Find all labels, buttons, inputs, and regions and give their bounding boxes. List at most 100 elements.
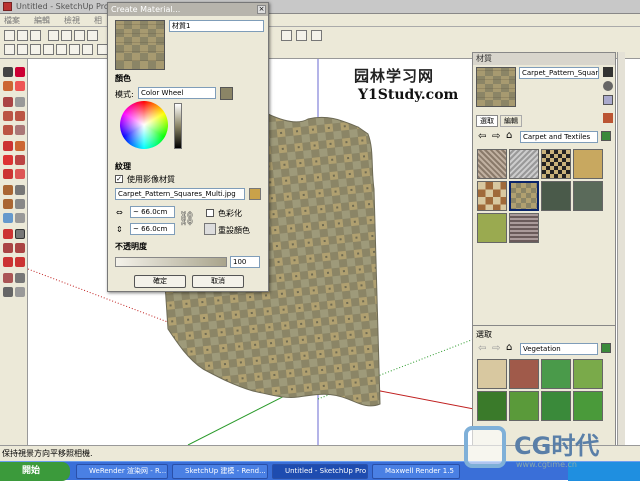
pan-tool-icon[interactable]: [15, 229, 25, 239]
lower-forward-arrow-icon[interactable]: ⇨: [492, 343, 500, 354]
vegetation-thumb[interactable]: [573, 391, 603, 421]
line-icon[interactable]: [15, 97, 25, 107]
push-pull-icon[interactable]: [15, 141, 25, 151]
link-chain-icon[interactable]: ⛓: [178, 211, 196, 227]
vegetation-thumb[interactable]: [541, 391, 571, 421]
open-file-icon[interactable]: [17, 30, 28, 41]
material-name-field[interactable]: 材質1: [169, 20, 264, 32]
polygon-icon[interactable]: [3, 125, 13, 135]
material-thumb[interactable]: [573, 149, 603, 179]
material-thumb-selected[interactable]: [509, 181, 539, 211]
texture-file-field[interactable]: Carpet_Pattern_Squares_Multi.jpg: [115, 188, 245, 200]
rectangle-icon[interactable]: [3, 97, 13, 107]
taskbar-item-active[interactable]: Untitled - SketchUp Pro: [272, 464, 368, 479]
start-button[interactable]: 開始: [0, 462, 70, 481]
lower-back-arrow-icon[interactable]: ⇦: [478, 343, 486, 354]
3d-text-icon[interactable]: [15, 213, 25, 223]
dimension-icon[interactable]: [15, 185, 25, 195]
circle-icon[interactable]: [3, 111, 13, 121]
texture-width-field[interactable]: ~ 66.0cm: [130, 206, 175, 218]
save-icon[interactable]: [30, 30, 41, 41]
pan-icon[interactable]: [296, 30, 307, 41]
taskbar-item[interactable]: SketchUp 建模 - Rend...: [172, 464, 268, 479]
top-view-icon[interactable]: [17, 44, 28, 55]
position-camera-icon[interactable]: [3, 273, 13, 283]
color-wheel[interactable]: [120, 101, 168, 149]
menu-file[interactable]: 檔案: [4, 15, 20, 26]
colorize-checkbox[interactable]: [206, 209, 214, 217]
material-thumb[interactable]: [477, 149, 507, 179]
home-icon[interactable]: ⌂: [506, 130, 512, 141]
vegetation-thumb[interactable]: [509, 359, 539, 389]
details-icon[interactable]: [601, 131, 611, 141]
forward-arrow-icon[interactable]: ⇨: [492, 131, 500, 142]
create-material-icon[interactable]: [603, 81, 613, 91]
iso-view-icon[interactable]: [4, 44, 15, 55]
vegetation-thumb[interactable]: [509, 391, 539, 421]
reset-color-button[interactable]: [204, 223, 216, 235]
texture-height-field[interactable]: ~ 66.0cm: [130, 223, 175, 235]
display-secondary-icon[interactable]: [603, 67, 613, 77]
material-name-display[interactable]: Carpet_Pattern_Squares: [519, 67, 599, 79]
copy-icon[interactable]: [61, 30, 72, 41]
color-mode-select[interactable]: Color Wheel: [138, 87, 216, 99]
opacity-value-field[interactable]: 100: [230, 256, 260, 268]
tape-measure-icon[interactable]: [3, 185, 13, 195]
opacity-slider[interactable]: [115, 257, 227, 267]
arc-icon[interactable]: [15, 111, 25, 121]
material-thumb[interactable]: [541, 181, 571, 211]
protractor-icon[interactable]: [3, 199, 13, 209]
back-arrow-icon[interactable]: ⇦: [478, 131, 486, 142]
vegetation-thumb[interactable]: [477, 359, 507, 389]
library-select[interactable]: Carpet and Textiles: [520, 131, 598, 143]
material-thumb[interactable]: [541, 149, 571, 179]
panel-scrollbar[interactable]: [617, 52, 625, 447]
material-thumb[interactable]: [509, 149, 539, 179]
eraser-icon[interactable]: [15, 81, 25, 91]
lower-library-select[interactable]: Vegetation: [520, 343, 598, 355]
ok-button[interactable]: 確定: [134, 275, 186, 288]
rotate-icon[interactable]: [3, 155, 13, 165]
selected-color-chip[interactable]: [220, 87, 233, 100]
follow-me-icon[interactable]: [15, 155, 25, 165]
zoom-extents-icon[interactable]: [311, 30, 322, 41]
front-view-icon[interactable]: [43, 44, 54, 55]
lower-details-icon[interactable]: [601, 343, 611, 353]
vegetation-thumb[interactable]: [477, 391, 507, 421]
menu-view[interactable]: 檢視: [64, 15, 80, 26]
tab-edit[interactable]: 編輯: [500, 115, 522, 127]
right-view-icon[interactable]: [56, 44, 67, 55]
zoom-tool-icon[interactable]: [3, 243, 13, 253]
previous-view-icon[interactable]: [3, 257, 13, 267]
text-icon[interactable]: [15, 199, 25, 209]
vegetation-thumb[interactable]: [541, 359, 571, 389]
sample-paint-icon[interactable]: [603, 113, 613, 123]
paste-icon[interactable]: [74, 30, 85, 41]
menu-camera[interactable]: 相: [94, 15, 102, 26]
orbit-tool-icon[interactable]: [3, 229, 13, 239]
orbit-icon[interactable]: [281, 30, 292, 41]
browse-folder-icon[interactable]: [249, 188, 261, 200]
scale-icon[interactable]: [3, 169, 13, 179]
material-thumb[interactable]: [573, 181, 603, 211]
look-around-icon[interactable]: [15, 273, 25, 283]
brightness-slider[interactable]: [174, 103, 182, 149]
freehand-icon[interactable]: [15, 125, 25, 135]
make-component-icon[interactable]: [15, 67, 25, 77]
taskbar-item[interactable]: Maxwell Render 1.5: [372, 464, 460, 479]
default-material-icon[interactable]: [603, 95, 613, 105]
offset-icon[interactable]: [15, 169, 25, 179]
vegetation-thumb[interactable]: [573, 359, 603, 389]
menu-edit[interactable]: 編輯: [34, 15, 50, 26]
lower-home-icon[interactable]: ⌂: [506, 342, 512, 353]
left-view-icon[interactable]: [82, 44, 93, 55]
section-plane-icon[interactable]: [15, 287, 25, 297]
material-thumb[interactable]: [477, 181, 507, 211]
taskbar-item[interactable]: WeRender 渲染网 - R...: [76, 464, 168, 479]
cut-icon[interactable]: [48, 30, 59, 41]
material-thumb[interactable]: [509, 213, 539, 243]
move-icon[interactable]: [3, 141, 13, 151]
cancel-button[interactable]: 取消: [192, 275, 244, 288]
zoom-window-icon[interactable]: [15, 243, 25, 253]
new-file-icon[interactable]: [4, 30, 15, 41]
